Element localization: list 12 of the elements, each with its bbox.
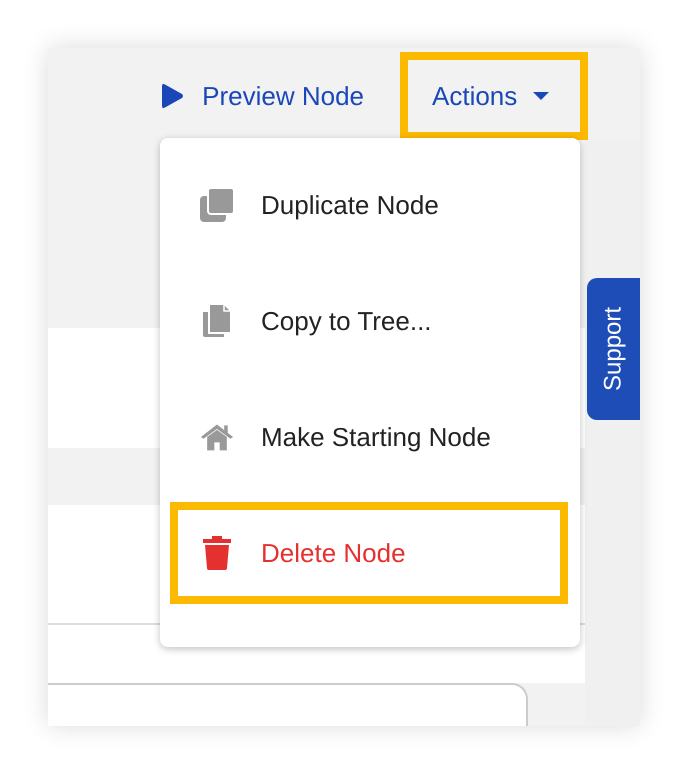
preview-node-label: Preview Node	[202, 80, 364, 112]
menu-item[interactable]: Make Starting Node	[170, 386, 568, 488]
duplicate-icon	[200, 188, 234, 222]
menu-item[interactable]: Duplicate Node	[170, 154, 568, 256]
play-icon	[160, 83, 184, 109]
caret-icon	[533, 92, 550, 100]
support-tab[interactable]: Support	[587, 278, 640, 420]
trash-icon	[200, 536, 234, 570]
house-icon	[200, 422, 234, 452]
preview-node-link[interactable]: Preview Node	[160, 52, 364, 140]
menu-item[interactable]: Copy to Tree...	[170, 270, 568, 372]
menu-item[interactable]: Delete Node	[170, 502, 568, 604]
